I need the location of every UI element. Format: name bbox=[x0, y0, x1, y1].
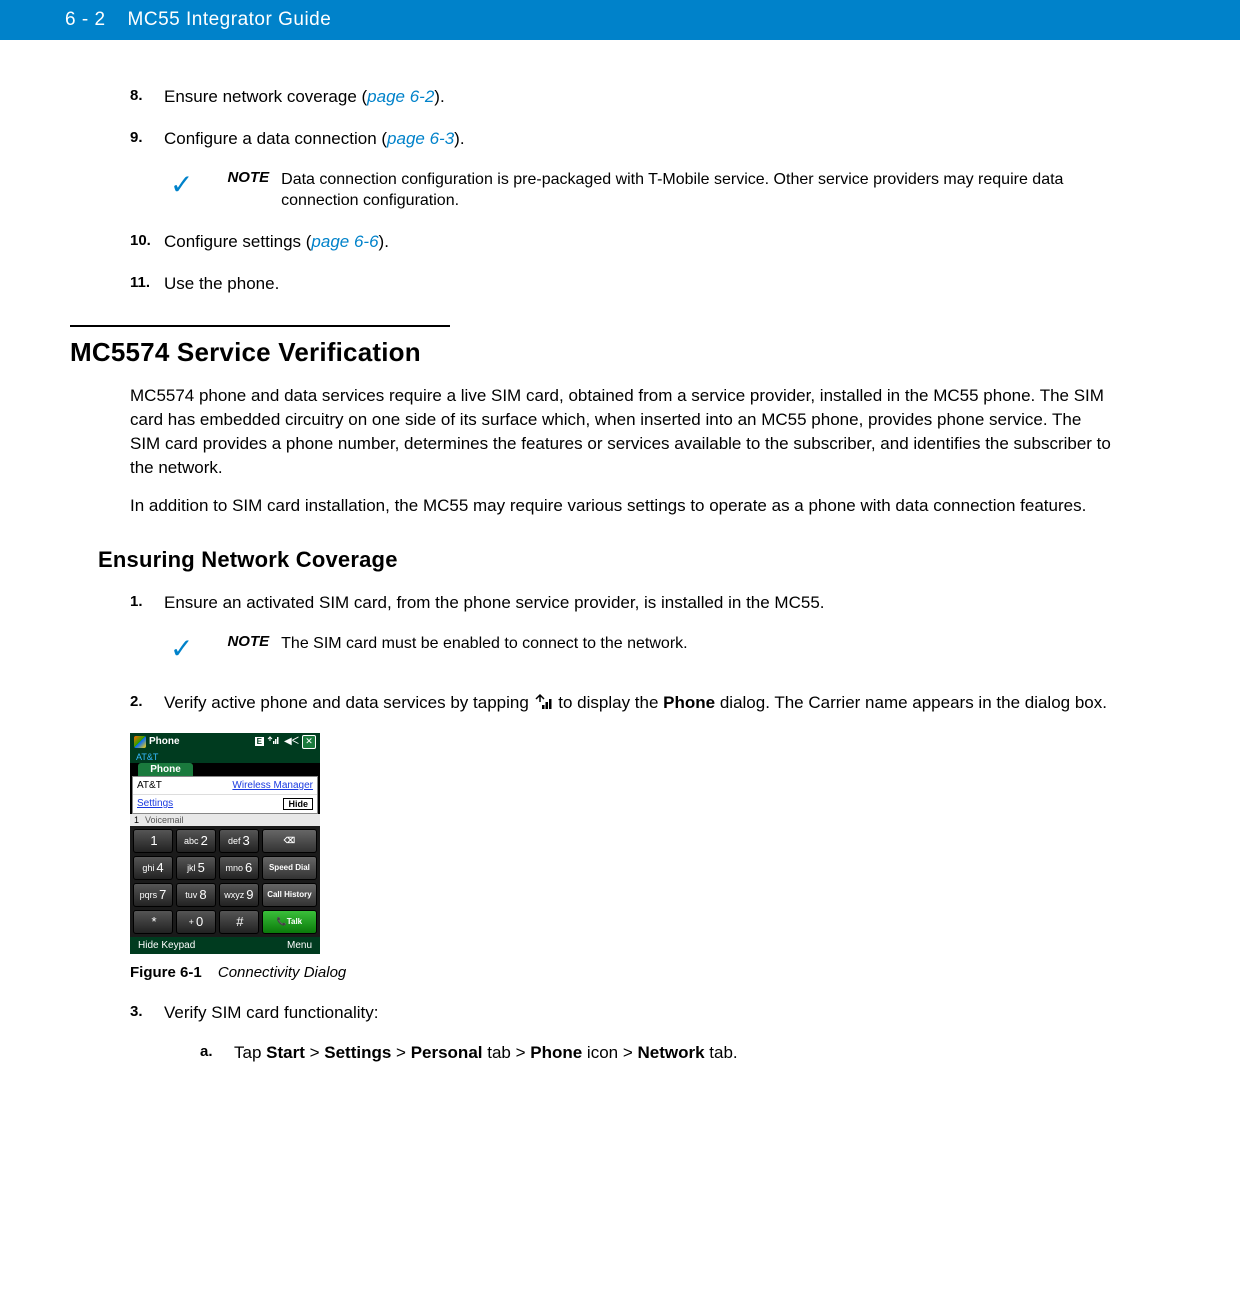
softkey-right[interactable]: Menu bbox=[287, 940, 312, 951]
key-star[interactable]: * bbox=[133, 910, 173, 934]
key-2[interactable]: abc2 bbox=[176, 829, 216, 853]
phone-keypad: 1 abc2 def3 ⌫ ghi4 jkl5 mno6 Speed Dial … bbox=[130, 826, 320, 937]
step-text: Ensure network coverage (page 6-2). bbox=[164, 85, 445, 109]
close-icon[interactable]: ✕ bbox=[302, 735, 316, 749]
key-hash[interactable]: # bbox=[219, 910, 259, 934]
step-text: Ensure an activated SIM card, from the p… bbox=[164, 591, 825, 615]
substep-a: a. Tap Start > Settings > Personal tab >… bbox=[200, 1043, 1115, 1063]
step-number: 10. bbox=[130, 230, 164, 254]
volume-icon: ◀ᐸ bbox=[284, 736, 299, 747]
status-e-icon: E bbox=[255, 737, 264, 746]
check-icon: ✓ bbox=[170, 635, 193, 663]
step-8: 8. Ensure network coverage (page 6-2). bbox=[130, 85, 1115, 109]
note-block: ✓ NOTE Data connection configuration is … bbox=[170, 169, 1115, 212]
page-number: 6 - 2 bbox=[65, 9, 106, 31]
settings-link[interactable]: Settings bbox=[137, 798, 173, 810]
key-6[interactable]: mno6 bbox=[219, 856, 259, 880]
key-4[interactable]: ghi4 bbox=[133, 856, 173, 880]
page-link[interactable]: page 6-6 bbox=[311, 232, 378, 251]
figure-caption: Figure 6-1 Connectivity Dialog bbox=[130, 964, 1115, 981]
talk-button[interactable]: 📞 Talk bbox=[262, 910, 317, 934]
body-paragraph: In addition to SIM card installation, th… bbox=[130, 494, 1115, 518]
key-5[interactable]: jkl5 bbox=[176, 856, 216, 880]
carrier-strip: AT&T bbox=[130, 751, 320, 763]
connectivity-popup: AT&T Wireless Manager Settings Hide bbox=[132, 776, 318, 814]
step-number: 11. bbox=[130, 272, 164, 296]
step-number: 3. bbox=[130, 1001, 164, 1025]
note-label: NOTE bbox=[227, 633, 269, 650]
substep-letter: a. bbox=[200, 1043, 234, 1063]
step-text: Configure settings (page 6-6). bbox=[164, 230, 389, 254]
voicemail-row: 1 Voicemail bbox=[130, 814, 320, 826]
phone-screenshot: Phone E ◀ᐸ ✕ AT&T Phone AT&T Wireless Ma… bbox=[130, 733, 320, 954]
note-text: The SIM card must be enabled to connect … bbox=[281, 633, 687, 655]
speed-dial-button[interactable]: Speed Dial bbox=[262, 856, 317, 880]
key-0[interactable]: +0 bbox=[176, 910, 216, 934]
section-heading: MC5574 Service Verification bbox=[70, 337, 1115, 368]
signal-status-icon bbox=[267, 735, 281, 748]
step-10: 10. Configure settings (page 6-6). bbox=[130, 230, 1115, 254]
step-9: 9. Configure a data connection (page 6-3… bbox=[130, 127, 1115, 151]
figure: Phone E ◀ᐸ ✕ AT&T Phone AT&T Wireless Ma… bbox=[130, 733, 1115, 981]
softkey-bar: Hide Keypad Menu bbox=[130, 937, 320, 954]
note-block: ✓ NOTE The SIM card must be enabled to c… bbox=[170, 633, 1115, 663]
phone-titlebar: Phone E ◀ᐸ ✕ bbox=[130, 733, 320, 751]
step-text: Configure a data connection (page 6-3). bbox=[164, 127, 465, 151]
key-8[interactable]: tuv8 bbox=[176, 883, 216, 907]
phone-app-title: Phone bbox=[149, 736, 180, 747]
step-3: 3. Verify SIM card functionality: bbox=[130, 1001, 1115, 1025]
step-11: 11. Use the phone. bbox=[130, 272, 1115, 296]
step-text: Verify SIM card functionality: bbox=[164, 1001, 378, 1025]
step-number: 2. bbox=[130, 691, 164, 715]
page-link[interactable]: page 6-2 bbox=[367, 87, 434, 106]
step-number: 1. bbox=[130, 591, 164, 615]
wireless-manager-link[interactable]: Wireless Manager bbox=[232, 780, 313, 791]
key-9[interactable]: wxyz9 bbox=[219, 883, 259, 907]
signal-icon bbox=[534, 693, 554, 711]
popup-tab: Phone bbox=[138, 763, 193, 776]
note-text: Data connection configuration is pre-pac… bbox=[281, 169, 1115, 212]
step-1: 1. Ensure an activated SIM card, from th… bbox=[130, 591, 1115, 615]
key-7[interactable]: pqrs7 bbox=[133, 883, 173, 907]
step-text: Verify active phone and data services by… bbox=[164, 691, 1107, 715]
section-rule bbox=[70, 325, 450, 327]
step-text: Use the phone. bbox=[164, 272, 279, 296]
page-link[interactable]: page 6-3 bbox=[387, 129, 454, 148]
page-header: 6 - 2 MC55 Integrator Guide bbox=[0, 0, 1240, 40]
backspace-key[interactable]: ⌫ bbox=[262, 829, 317, 853]
step-2: 2. Verify active phone and data services… bbox=[130, 691, 1115, 715]
hide-button[interactable]: Hide bbox=[283, 798, 313, 810]
note-label: NOTE bbox=[227, 169, 269, 186]
body-paragraph: MC5574 phone and data services require a… bbox=[130, 384, 1115, 479]
step-number: 8. bbox=[130, 85, 164, 109]
key-1[interactable]: 1 bbox=[133, 829, 173, 853]
start-icon[interactable] bbox=[134, 736, 146, 748]
page-content: 8. Ensure network coverage (page 6-2). 9… bbox=[0, 40, 1240, 1113]
subsection-heading: Ensuring Network Coverage bbox=[98, 547, 1115, 573]
step-number: 9. bbox=[130, 127, 164, 151]
call-history-button[interactable]: Call History bbox=[262, 883, 317, 907]
carrier-name: AT&T bbox=[137, 780, 162, 791]
check-icon: ✓ bbox=[170, 171, 193, 199]
softkey-left[interactable]: Hide Keypad bbox=[138, 940, 195, 951]
substep-text: Tap Start > Settings > Personal tab > Ph… bbox=[234, 1043, 738, 1063]
key-3[interactable]: def3 bbox=[219, 829, 259, 853]
doc-title: MC55 Integrator Guide bbox=[128, 9, 332, 31]
